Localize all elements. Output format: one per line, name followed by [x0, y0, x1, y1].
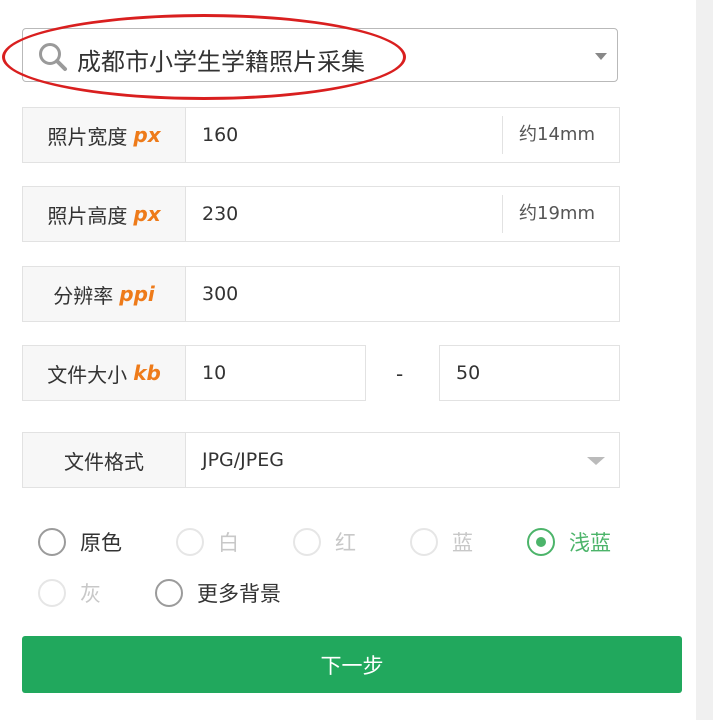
format-label-text: 文件格式: [64, 449, 144, 474]
format-value: JPG/JPEG: [202, 449, 284, 471]
photo-width-field: 照片宽度 px 160 约14mm: [22, 107, 620, 163]
photo-height-label: 照片高度 px: [22, 186, 186, 242]
spec-select[interactable]: 成都市小学生学籍照片采集: [22, 28, 618, 82]
bg-radio-blue[interactable]: 蓝: [410, 527, 473, 557]
chevron-down-icon[interactable]: [595, 53, 607, 60]
radio-circle[interactable]: [527, 528, 555, 556]
filesize-min-value: 10: [202, 362, 227, 384]
photo-height-field: 照片高度 px 230 约19mm: [22, 186, 620, 242]
bg-radio-label: 白: [218, 531, 239, 555]
scrollbar-track[interactable]: [696, 0, 713, 720]
photo-width-unit: px: [133, 123, 161, 147]
bg-radio-label: 蓝: [452, 531, 473, 555]
photo-height-mm: 约19mm: [502, 195, 595, 233]
resolution-input[interactable]: 300: [185, 266, 620, 322]
bg-radio-more[interactable]: 更多背景: [155, 578, 281, 608]
photo-height-input[interactable]: 230 约19mm: [185, 186, 620, 242]
filesize-label: 文件大小 kb: [22, 345, 186, 401]
filesize-min-input[interactable]: 10: [185, 345, 366, 401]
format-field: 文件格式 JPG/JPEG: [22, 432, 620, 488]
resolution-unit: ppi: [119, 282, 155, 306]
format-label: 文件格式: [22, 432, 186, 488]
bg-radio-label: 浅蓝: [569, 531, 611, 555]
photo-width-mm: 约14mm: [502, 116, 595, 154]
search-icon: [37, 41, 69, 77]
photo-height-value: 230: [202, 203, 239, 225]
filesize-range-separator: -: [396, 362, 404, 386]
radio-circle[interactable]: [410, 528, 438, 556]
filesize-field: 文件大小 kb 10 50: [22, 345, 620, 401]
resolution-label-text: 分辨率: [53, 283, 114, 308]
resolution-label: 分辨率 ppi: [22, 266, 186, 322]
filesize-max-value: 50: [456, 362, 481, 384]
filesize-label-text: 文件大小: [47, 362, 128, 387]
resolution-value: 300: [202, 283, 239, 305]
bg-radio-label: 灰: [80, 582, 101, 606]
photo-width-input[interactable]: 160 约14mm: [185, 107, 620, 163]
radio-circle[interactable]: [293, 528, 321, 556]
resolution-field: 分辨率 ppi 300: [22, 266, 620, 322]
chevron-down-icon[interactable]: [587, 457, 605, 465]
next-step-button[interactable]: 下一步: [22, 636, 682, 693]
bg-radio-label: 更多背景: [197, 582, 281, 606]
photo-width-label: 照片宽度 px: [22, 107, 186, 163]
bg-radio-original[interactable]: 原色: [38, 527, 122, 557]
format-select[interactable]: JPG/JPEG: [185, 432, 620, 488]
bg-radio-light-blue[interactable]: 浅蓝: [527, 527, 611, 557]
filesize-unit: kb: [133, 361, 161, 385]
radio-circle[interactable]: [155, 579, 183, 607]
bg-radio-gray[interactable]: 灰: [38, 578, 101, 608]
selected-spec-text: 成都市小学生学籍照片采集: [77, 48, 365, 76]
photo-height-label-text: 照片高度: [47, 203, 128, 228]
bg-radio-red[interactable]: 红: [293, 527, 356, 557]
radio-circle[interactable]: [176, 528, 204, 556]
bg-radio-white[interactable]: 白: [176, 527, 239, 557]
radio-circle[interactable]: [38, 579, 66, 607]
filesize-max-input[interactable]: 50: [439, 345, 620, 401]
photo-height-unit: px: [133, 202, 161, 226]
bg-radio-label: 原色: [80, 531, 122, 555]
photo-width-value: 160: [202, 124, 239, 146]
photo-width-label-text: 照片宽度: [47, 124, 128, 149]
radio-circle[interactable]: [38, 528, 66, 556]
bg-radio-label: 红: [335, 531, 356, 555]
